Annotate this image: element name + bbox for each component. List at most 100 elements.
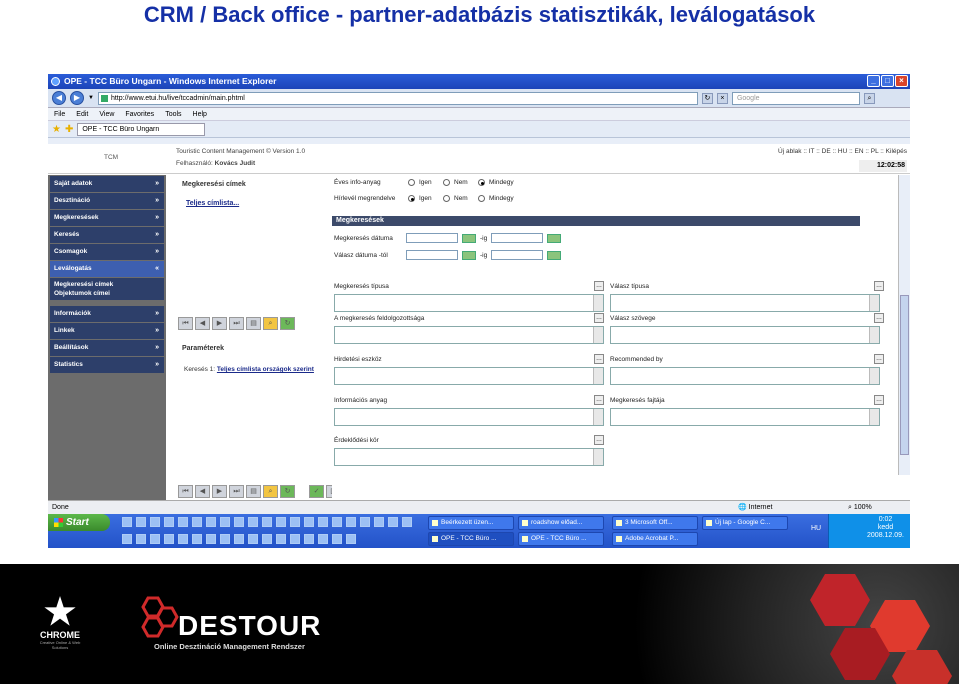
taskbar-task[interactable]: Beérkezett üzen... (428, 516, 514, 530)
search-icon[interactable]: ⌕ (863, 92, 875, 104)
info-material-field[interactable] (334, 408, 604, 426)
input-language[interactable]: HU (811, 525, 821, 532)
sidebar-item-desztinacio[interactable]: Desztináció» (50, 193, 164, 209)
newsletter-any-radio[interactable] (478, 195, 485, 202)
info-no-radio[interactable] (443, 179, 450, 186)
sidebar-item-megkeresesek[interactable]: Megkeresések» (50, 210, 164, 226)
quicklaunch-icon[interactable] (262, 534, 272, 544)
picker-icon[interactable]: … (874, 313, 884, 323)
picker-icon[interactable]: … (594, 435, 604, 445)
quicklaunch-icon[interactable] (276, 534, 286, 544)
quicklaunch-icon[interactable] (262, 517, 272, 527)
picker-icon[interactable]: … (874, 281, 884, 291)
browser-tab[interactable]: OPE - TCC Büro Ungarn (77, 122, 206, 136)
sidebar-item-beallitasok[interactable]: Beállítások» (50, 340, 164, 356)
next-page-icon[interactable]: ▶ (212, 317, 227, 330)
back-button[interactable]: ◀ (52, 91, 66, 105)
quicklaunch-icon[interactable] (220, 534, 230, 544)
refresh-icon[interactable]: ↻ (280, 485, 295, 498)
quicklaunch-icon[interactable] (136, 534, 146, 544)
start-button[interactable]: Start (48, 514, 110, 531)
quicklaunch-icon[interactable] (248, 534, 258, 544)
quicklaunch-icon[interactable] (402, 517, 412, 527)
menu-view[interactable]: View (99, 108, 114, 120)
taskbar-task[interactable]: roadshow előad... (518, 516, 604, 530)
quicklaunch-icon[interactable] (220, 517, 230, 527)
quicklaunch-icon[interactable] (164, 517, 174, 527)
menu-tools[interactable]: Tools (165, 108, 181, 120)
quicklaunch-icon[interactable] (374, 517, 384, 527)
quicklaunch-icon[interactable] (318, 517, 328, 527)
quicklaunch-icon[interactable] (318, 534, 328, 544)
picker-icon[interactable]: … (874, 354, 884, 364)
language-links[interactable]: Új ablak :: IT :: DE :: HU :: EN :: PL :… (778, 148, 907, 155)
menu-file[interactable]: File (54, 108, 65, 120)
first-page-icon[interactable]: ⏮ (178, 485, 193, 498)
taskbar-task[interactable]: Új lap - Google C... (702, 516, 788, 530)
menu-help[interactable]: Help (193, 108, 207, 120)
newsletter-yes-radio[interactable] (408, 195, 415, 202)
forward-button[interactable]: ▶ (70, 91, 84, 105)
maximize-button[interactable]: □ (881, 75, 894, 87)
reply-type-field[interactable] (610, 294, 880, 312)
add-favorite-icon[interactable]: ✚ (65, 124, 73, 135)
calendar-icon[interactable] (462, 233, 476, 243)
taskbar-task[interactable]: Adobe Acrobat P... (612, 532, 698, 546)
search-input[interactable]: Google (731, 91, 860, 105)
sidebar-item-kereses[interactable]: Keresés» (50, 227, 164, 243)
picker-icon[interactable]: … (594, 354, 604, 364)
quicklaunch-icon[interactable] (304, 517, 314, 527)
next-page-icon[interactable]: ▶ (212, 485, 227, 498)
taskbar-task[interactable]: OPE - TCC Büro ... (518, 532, 604, 546)
quicklaunch-icon[interactable] (206, 534, 216, 544)
sidebar-item-levalogatas[interactable]: Leválogatás « (50, 261, 164, 277)
quicklaunch-icon[interactable] (150, 517, 160, 527)
search-icon[interactable]: ⌕ (263, 317, 278, 330)
quicklaunch-icon[interactable] (290, 517, 300, 527)
history-dropdown-icon[interactable]: ▼ (88, 95, 94, 101)
recommended-by-field[interactable] (610, 367, 880, 385)
picker-icon[interactable]: … (594, 281, 604, 291)
sidebar-item-informaciok[interactable]: Információk» (50, 306, 164, 322)
quicklaunch-icon[interactable] (332, 534, 342, 544)
first-page-icon[interactable]: ⏮ (178, 317, 193, 330)
document-icon[interactable]: ▤ (246, 485, 261, 498)
quicklaunch-icon[interactable] (290, 534, 300, 544)
sidebar-item-statistics[interactable]: Statistics» (50, 357, 164, 373)
picker-icon[interactable]: … (594, 395, 604, 405)
info-yes-radio[interactable] (408, 179, 415, 186)
search-result-link[interactable]: Teljes címlista országok szerint (217, 366, 314, 373)
quicklaunch-icon[interactable] (192, 517, 202, 527)
inquiry-type-field[interactable] (334, 294, 604, 312)
quicklaunch-icon[interactable] (206, 517, 216, 527)
sidebar-item-csomagok[interactable]: Csomagok» (50, 244, 164, 260)
quicklaunch-icon[interactable] (136, 517, 146, 527)
reply-to-input[interactable] (491, 250, 544, 260)
quicklaunch-icon[interactable] (122, 517, 132, 527)
last-page-icon[interactable]: ⏭ (229, 485, 244, 498)
url-input[interactable]: http://www.etui.hu/live/tccadmin/main.ph… (97, 91, 698, 105)
calendar-icon[interactable] (462, 250, 476, 260)
quicklaunch-icon[interactable] (248, 517, 258, 527)
interest-field[interactable] (334, 448, 604, 466)
ok-check-icon[interactable]: ✓ (309, 485, 324, 498)
favorites-star-icon[interactable]: ★ (52, 124, 61, 135)
sidebar-item-linkek[interactable]: Linkek» (50, 323, 164, 339)
document-icon[interactable]: ▤ (246, 317, 261, 330)
quicklaunch-icon[interactable] (332, 517, 342, 527)
quicklaunch-icon[interactable] (192, 534, 202, 544)
zoom-level[interactable]: ⌕ 100% (848, 501, 872, 515)
prev-page-icon[interactable]: ◀ (195, 317, 210, 330)
date-from-input[interactable] (406, 233, 458, 243)
reply-text-field[interactable] (610, 326, 880, 344)
quicklaunch-icon[interactable] (178, 534, 188, 544)
refresh-icon[interactable]: ↻ (701, 92, 713, 104)
processing-field[interactable] (334, 326, 604, 344)
prev-page-icon[interactable]: ◀ (195, 485, 210, 498)
form-scrollbar[interactable] (898, 175, 910, 475)
quicklaunch-icon[interactable] (164, 534, 174, 544)
quicklaunch-icon[interactable] (122, 534, 132, 544)
quicklaunch-icon[interactable] (276, 517, 286, 527)
reply-from-input[interactable] (406, 250, 458, 260)
close-button[interactable]: × (895, 75, 908, 87)
